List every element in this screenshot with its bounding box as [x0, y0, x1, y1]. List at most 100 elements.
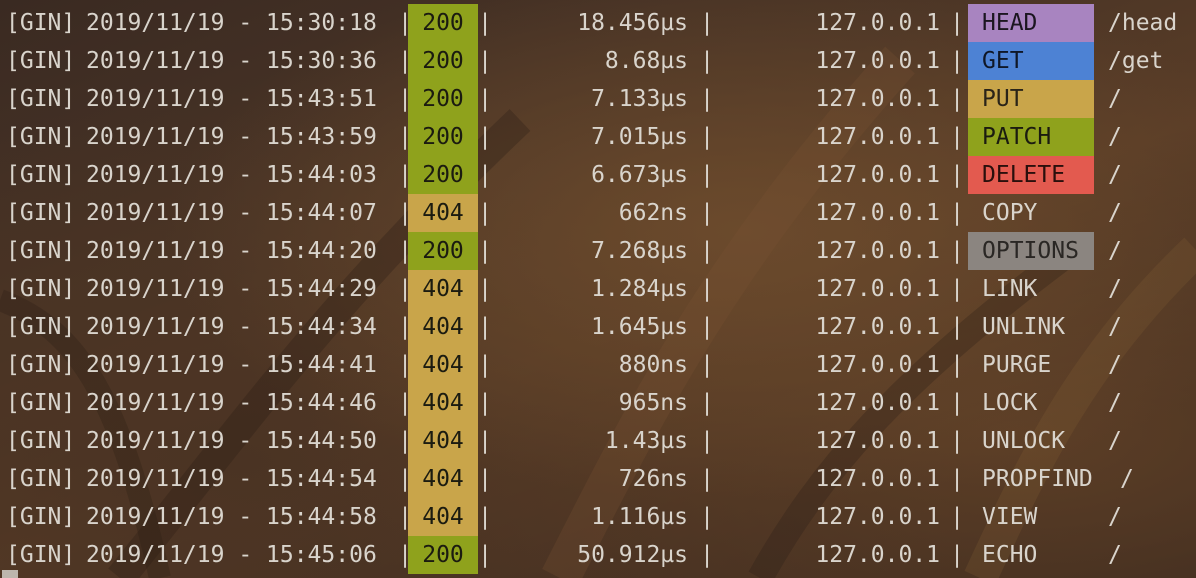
log-separator: |: [950, 428, 964, 454]
client-ip: 127.0.0.1: [815, 10, 940, 36]
log-separator: |: [950, 86, 964, 112]
log-separator: |: [950, 238, 964, 264]
client-ip: 127.0.0.1: [815, 48, 940, 74]
log-separator: |: [700, 48, 714, 74]
log-separator: |: [950, 314, 964, 340]
status-code: 200: [408, 118, 478, 156]
http-method: VIEW: [982, 504, 1038, 530]
log-row: [GIN] 2019/11/19 - 15:44:03 | 200 | 6.673µs | 1…: [0, 156, 1196, 194]
log-separator: |: [478, 276, 492, 302]
request-path: /: [1108, 162, 1122, 188]
log-prefix: [GIN]: [6, 466, 76, 492]
log-separator: |: [478, 238, 492, 264]
request-path: /: [1108, 352, 1122, 378]
log-row: [GIN] 2019/11/19 - 15:45:06 | 200 | 50.912µs |…: [0, 536, 1196, 574]
log-separator: |: [700, 314, 714, 340]
log-timestamp: 2019/11/19 - 15:44:29: [86, 276, 377, 302]
log-separator: |: [950, 504, 964, 530]
log-separator: |: [950, 466, 964, 492]
latency: 7.133µs: [591, 86, 688, 112]
terminal-output: [GIN] 2019/11/19 - 15:30:18 | 200 | 18.456µs |…: [0, 0, 1196, 578]
log-separator: |: [950, 276, 964, 302]
latency: 965ns: [618, 390, 688, 416]
log-timestamp: 2019/11/19 - 15:44:03: [86, 162, 377, 188]
client-ip: 127.0.0.1: [815, 504, 940, 530]
log-prefix: [GIN]: [6, 10, 76, 36]
status-code: 404: [408, 460, 478, 498]
log-row: [GIN] 2019/11/19 - 15:44:34 | 404 | 1.645µs | 1…: [0, 308, 1196, 346]
log-prefix: [GIN]: [6, 200, 76, 226]
log-separator: |: [478, 162, 492, 188]
log-prefix: [GIN]: [6, 276, 76, 302]
status-code: 200: [408, 156, 478, 194]
request-path: /: [1108, 428, 1122, 454]
terminal-cursor: [2, 570, 18, 578]
log-separator: |: [700, 162, 714, 188]
log-row: [GIN] 2019/11/19 - 15:44:46 | 404 | 965ns | 127…: [0, 384, 1196, 422]
log-timestamp: 2019/11/19 - 15:30:36: [86, 48, 377, 74]
log-separator: |: [950, 200, 964, 226]
client-ip: 127.0.0.1: [815, 428, 940, 454]
log-separator: |: [478, 504, 492, 530]
status-code: 200: [408, 536, 478, 574]
latency: 1.116µs: [591, 504, 688, 530]
log-separator: |: [478, 86, 492, 112]
client-ip: 127.0.0.1: [815, 200, 940, 226]
log-prefix: [GIN]: [6, 238, 76, 264]
log-separator: |: [700, 542, 714, 568]
log-prefix: [GIN]: [6, 352, 76, 378]
request-path: /: [1120, 466, 1134, 492]
request-path: /: [1108, 276, 1122, 302]
log-separator: |: [478, 10, 492, 36]
log-timestamp: 2019/11/19 - 15:44:07: [86, 200, 377, 226]
log-separator: |: [950, 352, 964, 378]
latency: 6.673µs: [591, 162, 688, 188]
log-separator: |: [478, 390, 492, 416]
log-separator: |: [700, 504, 714, 530]
client-ip: 127.0.0.1: [815, 466, 940, 492]
log-separator: |: [700, 200, 714, 226]
log-timestamp: 2019/11/19 - 15:44:50: [86, 428, 377, 454]
client-ip: 127.0.0.1: [815, 390, 940, 416]
latency: 726ns: [618, 466, 688, 492]
request-path: /: [1108, 504, 1122, 530]
log-row: [GIN] 2019/11/19 - 15:44:29 | 404 | 1.284µs | 1…: [0, 270, 1196, 308]
log-separator: |: [478, 352, 492, 378]
log-prefix: [GIN]: [6, 504, 76, 530]
status-code: 404: [408, 384, 478, 422]
log-prefix: [GIN]: [6, 86, 76, 112]
log-separator: |: [478, 466, 492, 492]
log-separator: |: [478, 48, 492, 74]
http-method: OPTIONS: [968, 232, 1094, 270]
http-method: COPY: [982, 200, 1038, 226]
log-row: [GIN] 2019/11/19 - 15:43:59 | 200 | 7.015µs | 1…: [0, 118, 1196, 156]
http-method: PATCH: [968, 118, 1094, 156]
http-method: ECHO: [982, 542, 1038, 568]
request-path: /: [1108, 542, 1122, 568]
log-timestamp: 2019/11/19 - 15:44:58: [86, 504, 377, 530]
status-code: 200: [408, 4, 478, 42]
log-separator: |: [950, 390, 964, 416]
status-code: 200: [408, 232, 478, 270]
log-row: [GIN] 2019/11/19 - 15:44:07 | 404 | 662ns | 127…: [0, 194, 1196, 232]
http-method: LINK: [982, 276, 1038, 302]
request-path: /: [1108, 200, 1122, 226]
log-separator: |: [950, 162, 964, 188]
request-path: /: [1108, 314, 1122, 340]
status-code: 200: [408, 80, 478, 118]
client-ip: 127.0.0.1: [815, 542, 940, 568]
client-ip: 127.0.0.1: [815, 86, 940, 112]
http-method: UNLOCK: [982, 428, 1066, 454]
log-separator: |: [950, 542, 964, 568]
log-separator: |: [478, 124, 492, 150]
log-separator: |: [950, 10, 964, 36]
log-timestamp: 2019/11/19 - 15:44:20: [86, 238, 377, 264]
status-code: 404: [408, 308, 478, 346]
latency: 7.015µs: [591, 124, 688, 150]
client-ip: 127.0.0.1: [815, 124, 940, 150]
latency: 1.43µs: [604, 428, 688, 454]
request-path: /: [1108, 86, 1122, 112]
log-row: [GIN] 2019/11/19 - 15:43:51 | 200 | 7.133µs | 1…: [0, 80, 1196, 118]
log-timestamp: 2019/11/19 - 15:43:59: [86, 124, 377, 150]
http-method: GET: [968, 42, 1094, 80]
